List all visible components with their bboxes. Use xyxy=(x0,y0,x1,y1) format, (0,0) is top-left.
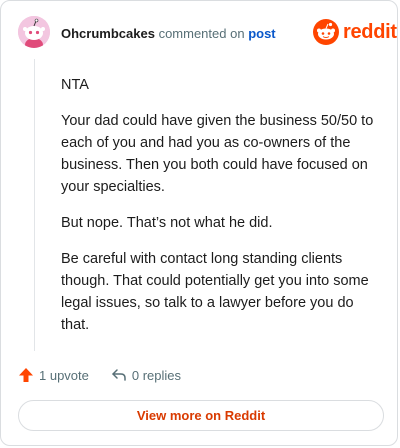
replies-button[interactable]: 0 replies xyxy=(111,367,181,383)
thread-line xyxy=(34,59,35,351)
comment-paragraph: Be careful with contact long standing cl… xyxy=(61,251,369,333)
upvote-count: 1 upvote xyxy=(39,367,89,383)
post-link[interactable]: post xyxy=(248,26,275,41)
reply-arrow-icon xyxy=(112,369,126,381)
comment-paragraph: NTA xyxy=(61,77,89,93)
comment-paragraph: But nope. That’s not what he did. xyxy=(61,215,273,231)
reply-count: 0 replies xyxy=(131,367,182,383)
comment-paragraph: Your dad could have given the business 5… xyxy=(61,113,374,195)
view-more-button[interactable]: View more on Reddit xyxy=(18,400,384,431)
reddit-wordmark: reddit xyxy=(343,20,397,43)
upvote-arrow-icon xyxy=(19,368,33,382)
embedded-comment-card: Ohcrumbcakes commented on post reddit NT… xyxy=(0,0,398,446)
reddit-logo[interactable]: reddit xyxy=(313,19,397,45)
comment-actions: 1 upvote 0 replies xyxy=(18,367,181,383)
commented-on-label: commented on xyxy=(158,26,245,41)
snoo-avatar-icon xyxy=(18,16,50,48)
upvote-button[interactable]: 1 upvote xyxy=(18,367,89,383)
username-link[interactable]: Ohcrumbcakes xyxy=(61,26,155,41)
user-avatar[interactable] xyxy=(18,16,50,48)
comment-header: Ohcrumbcakes commented on post xyxy=(61,26,276,41)
comment-body: NTA Your dad could have given the busine… xyxy=(61,74,381,350)
reddit-logo-icon xyxy=(313,19,339,45)
